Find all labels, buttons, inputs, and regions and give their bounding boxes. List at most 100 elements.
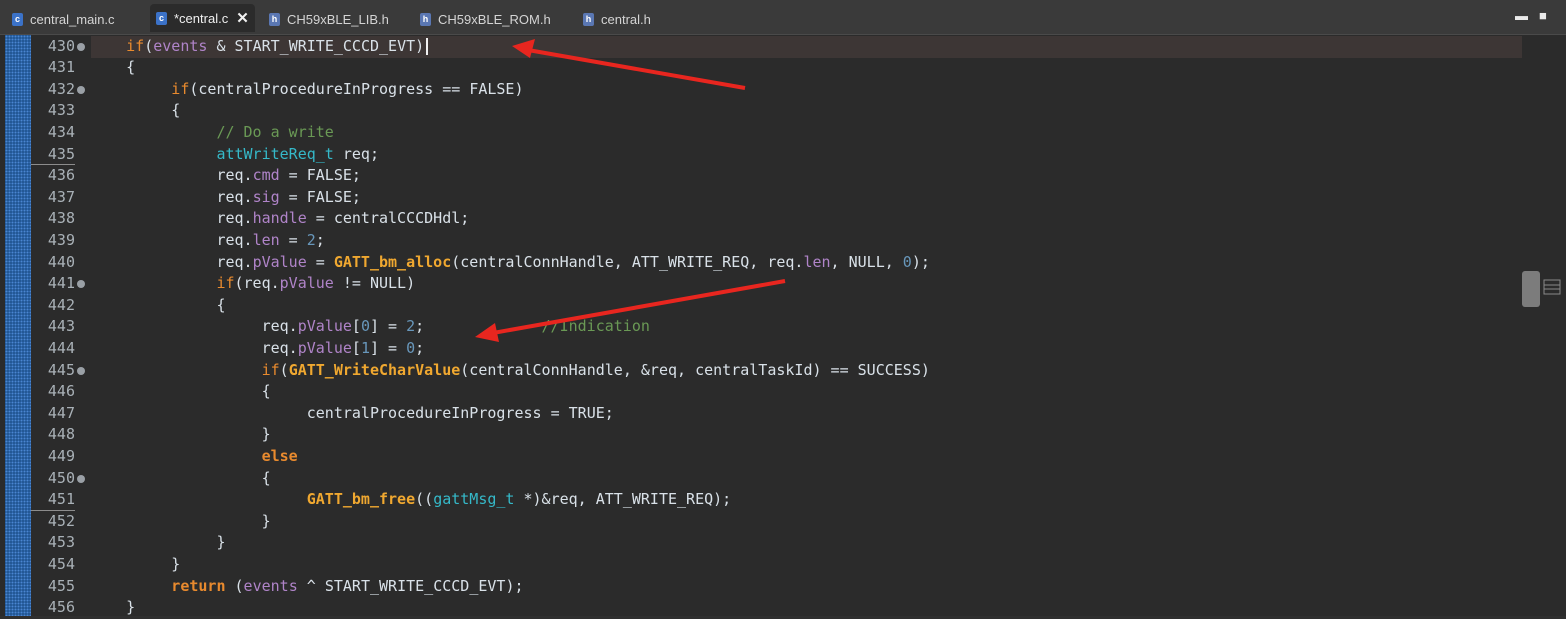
- code-token: (centralConnHandle, ATT_WRITE_REQ, req.: [451, 252, 804, 271]
- code-line[interactable]: }: [262, 424, 271, 446]
- code-token: req.: [261, 338, 298, 357]
- line-number: 454: [47, 554, 75, 573]
- code-token: attWriteReq_t: [216, 144, 334, 163]
- code-token: req.: [216, 209, 253, 228]
- tab-label: central_main.c: [30, 11, 115, 27]
- code-token: (: [144, 36, 154, 55]
- code-line[interactable]: {: [216, 295, 225, 317]
- fold-toggle-icon[interactable]: [77, 366, 85, 375]
- keyword: if: [171, 79, 190, 98]
- code-token: (req.: [234, 274, 280, 293]
- code-line[interactable]: // Do a write: [216, 122, 333, 144]
- comment: //Indication: [541, 317, 650, 336]
- code-token: req.: [216, 252, 253, 271]
- code-token: pValue: [297, 338, 352, 357]
- code-token: 2: [306, 230, 316, 249]
- tab-ch59xble-lib-h[interactable]: h CH59xBLE_LIB.h: [269, 6, 389, 32]
- code-token: ^ START_WRITE_CCCD_EVT);: [297, 576, 524, 595]
- code-token: = FALSE;: [279, 166, 361, 185]
- code-token: }: [126, 598, 136, 617]
- scrollbar-thumb[interactable]: [1522, 271, 1540, 307]
- code-token: {: [216, 295, 226, 314]
- editor-tab-bar: c central_main.c c *central.c ✕ h CH59xB…: [0, 0, 1566, 35]
- code-line[interactable]: attWriteReq_t req;: [216, 144, 379, 166]
- code-line[interactable]: req.handle = centralCCCDHdl;: [216, 208, 469, 230]
- code-line[interactable]: {: [262, 381, 271, 403]
- overview-ruler-left: [5, 35, 31, 616]
- tab-central-h[interactable]: h central.h: [583, 6, 651, 32]
- line-number: 448: [47, 425, 75, 444]
- line-number: 434: [47, 122, 75, 141]
- code-token: req.: [216, 230, 253, 249]
- maximize-button[interactable]: ■: [1539, 8, 1547, 23]
- fold-toggle-icon[interactable]: [77, 42, 85, 51]
- minimize-button[interactable]: ▬: [1515, 8, 1528, 23]
- code-line[interactable]: return (events ^ START_WRITE_CCCD_EVT);: [171, 576, 523, 598]
- code-token: events: [243, 576, 298, 595]
- code-line[interactable]: GATT_bm_free((gattMsg_t *)&req, ATT_WRIT…: [307, 489, 731, 511]
- code-line[interactable]: if(GATT_WriteCharValue(centralConnHandle…: [262, 360, 930, 382]
- code-line[interactable]: centralProcedureInProgress = TRUE;: [307, 403, 614, 425]
- line-number: 451: [47, 490, 75, 509]
- tab-central-c[interactable]: c *central.c ✕: [150, 4, 255, 32]
- code-token: req.: [216, 187, 253, 206]
- code-token: }: [261, 425, 271, 444]
- code-line[interactable]: req.len = 2;: [216, 230, 324, 252]
- overview-ruler-marker-icon: [1543, 279, 1561, 295]
- code-token: , NULL,: [830, 252, 903, 271]
- close-tab-icon[interactable]: ✕: [236, 9, 249, 27]
- code-line[interactable]: req.sig = FALSE;: [216, 187, 361, 209]
- code-line[interactable]: }: [171, 554, 180, 576]
- tab-label: central.h: [601, 11, 651, 27]
- code-line[interactable]: req.pValue = GATT_bm_alloc(centralConnHa…: [216, 252, 929, 274]
- code-token: ): [415, 36, 425, 55]
- code-line[interactable]: {: [262, 468, 271, 490]
- c-file-icon: c: [12, 12, 23, 26]
- code-token: {: [171, 101, 181, 120]
- code-token: }: [216, 533, 226, 552]
- code-line[interactable]: req.pValue[1] = 0;: [262, 338, 425, 360]
- code-token: centralProcedureInProgress = TRUE;: [306, 403, 614, 422]
- code-token: {: [126, 58, 136, 77]
- line-number: 430: [47, 36, 75, 55]
- code-token: START_WRITE_CCCD_EVT: [234, 36, 416, 55]
- code-editor[interactable]: 430 if(events & START_WRITE_CCCD_EVT) 431{…: [0, 35, 1566, 616]
- code-token: len: [803, 252, 831, 271]
- code-line[interactable]: else: [262, 446, 298, 468]
- fold-toggle-icon[interactable]: [77, 85, 85, 94]
- line-number: 433: [47, 101, 75, 120]
- line-number: 443: [47, 317, 75, 336]
- code-line[interactable]: }: [262, 511, 271, 533]
- code-token: {: [261, 382, 271, 401]
- code-line[interactable]: }: [126, 597, 135, 619]
- line-number: 455: [47, 576, 75, 595]
- code-line[interactable]: {: [126, 57, 135, 79]
- line-number: 453: [47, 533, 75, 552]
- tab-label: *central.c: [174, 10, 229, 26]
- code-line[interactable]: req.cmd = FALSE;: [216, 165, 361, 187]
- tab-central-main-c[interactable]: c central_main.c: [12, 6, 115, 32]
- code-line[interactable]: if(centralProcedureInProgress == FALSE): [171, 79, 523, 101]
- code-token: ] =: [369, 338, 407, 357]
- code-line[interactable]: }: [216, 532, 225, 554]
- text-cursor: [426, 37, 429, 55]
- code-token: len: [252, 230, 280, 249]
- code-line[interactable]: {: [171, 100, 180, 122]
- code-line[interactable]: req.pValue[0] = 2; //Indication: [262, 316, 650, 338]
- c-file-icon: c: [156, 11, 167, 25]
- code-line[interactable]: if(req.pValue != NULL): [216, 273, 415, 295]
- code-token: ;: [315, 230, 325, 249]
- line-number: 445: [47, 360, 75, 379]
- code-token: (: [225, 576, 244, 595]
- line-number: 432: [47, 79, 75, 98]
- function-name: GATT_bm_free: [306, 490, 416, 509]
- fold-toggle-icon[interactable]: [77, 474, 85, 483]
- line-number: 440: [47, 252, 75, 271]
- tab-label: CH59xBLE_LIB.h: [287, 11, 389, 27]
- line-number: 450: [47, 468, 75, 487]
- code-line[interactable]: if(events & START_WRITE_CCCD_EVT): [126, 36, 429, 58]
- tab-ch59xble-rom-h[interactable]: h CH59xBLE_ROM.h: [420, 6, 551, 32]
- tab-label: CH59xBLE_ROM.h: [438, 11, 551, 27]
- function-name: GATT_WriteCharValue: [288, 360, 461, 379]
- keyword: return: [171, 576, 226, 595]
